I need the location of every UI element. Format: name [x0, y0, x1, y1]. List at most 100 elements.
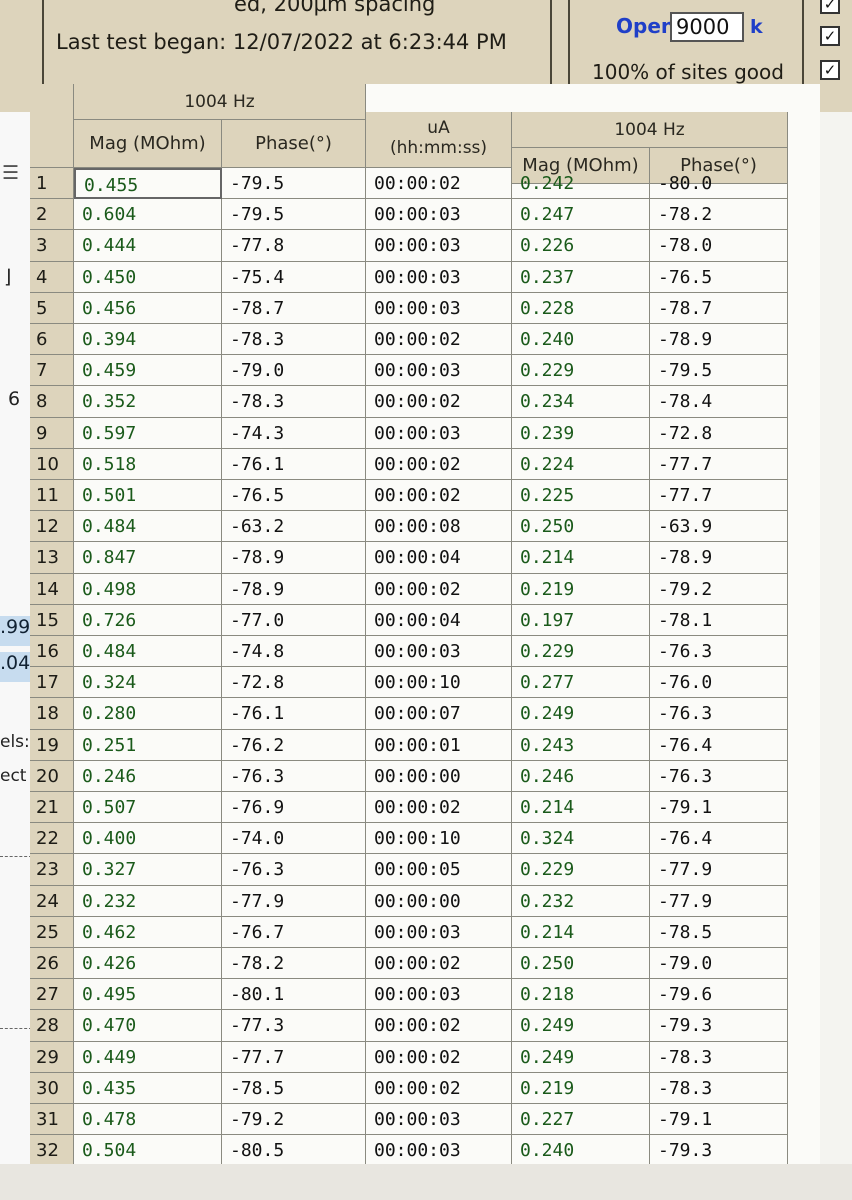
row-header[interactable]: 32	[30, 1135, 74, 1167]
phase-cell[interactable]: -78.2	[222, 948, 366, 980]
mag-cell[interactable]: 0.462	[74, 916, 222, 948]
phase-cell[interactable]: -79.2	[222, 1104, 366, 1136]
phase-cell[interactable]: -77.8	[222, 230, 366, 262]
mag-cell[interactable]: 0.251	[74, 729, 222, 761]
time-cell[interactable]: 00:00:02	[366, 792, 512, 824]
column-header-phase[interactable]: Phase(°)	[222, 120, 366, 168]
phase-cell[interactable]: -74.0	[222, 823, 366, 855]
row-header[interactable]: 11	[30, 480, 74, 512]
mag-cell[interactable]: 0.495	[74, 979, 222, 1011]
time-cell[interactable]: 00:00:02	[366, 573, 512, 605]
row-header[interactable]: 2	[30, 199, 74, 231]
phase-cell[interactable]: -76.5	[222, 480, 366, 512]
row-header[interactable]: 27	[30, 979, 74, 1011]
mag-cell[interactable]: 0.394	[74, 324, 222, 356]
row-header[interactable]: 9	[30, 417, 74, 449]
phase-cell[interactable]: -78.3	[222, 324, 366, 356]
mag2-cell[interactable]: 0.240	[512, 324, 650, 356]
time-cell[interactable]: 00:00:04	[366, 604, 512, 636]
phase-cell[interactable]: -77.7	[222, 1041, 366, 1073]
time-cell[interactable]: 00:00:02	[366, 324, 512, 356]
time-cell[interactable]: 00:00:04	[366, 542, 512, 574]
row-header[interactable]: 6	[30, 324, 74, 356]
phase2-cell[interactable]: -77.7	[650, 448, 788, 480]
row-header[interactable]: 29	[30, 1041, 74, 1073]
phase2-cell[interactable]: -77.9	[650, 885, 788, 917]
time-cell[interactable]: 00:00:00	[366, 760, 512, 792]
mag2-cell[interactable]: 0.324	[512, 823, 650, 855]
phase-cell[interactable]: -78.9	[222, 542, 366, 574]
mag-cell[interactable]: 0.352	[74, 386, 222, 418]
phase2-cell[interactable]: -77.9	[650, 854, 788, 886]
phase2-cell[interactable]: -78.9	[650, 324, 788, 356]
phase2-cell[interactable]: -78.1	[650, 604, 788, 636]
mag2-cell[interactable]: 0.219	[512, 573, 650, 605]
row-header[interactable]: 17	[30, 667, 74, 699]
phase2-cell[interactable]: -79.1	[650, 792, 788, 824]
phase-cell[interactable]: -78.9	[222, 573, 366, 605]
checkbox-2[interactable]: ✓	[820, 26, 840, 46]
phase2-cell[interactable]: -78.3	[650, 1072, 788, 1104]
phase-cell[interactable]: -76.2	[222, 729, 366, 761]
phase2-cell[interactable]: -80.0	[650, 168, 788, 200]
row-header[interactable]: 15	[30, 604, 74, 636]
phase2-cell[interactable]: -72.8	[650, 417, 788, 449]
phase2-cell[interactable]: -79.2	[650, 573, 788, 605]
mag-cell[interactable]: 0.604	[74, 199, 222, 231]
mag2-cell[interactable]: 0.197	[512, 604, 650, 636]
time-cell[interactable]: 00:00:03	[366, 230, 512, 262]
mag-cell[interactable]: 0.455	[74, 168, 222, 200]
phase-cell[interactable]: -76.9	[222, 792, 366, 824]
mag2-cell[interactable]: 0.229	[512, 854, 650, 886]
mag2-cell[interactable]: 0.219	[512, 1072, 650, 1104]
mag2-cell[interactable]: 0.277	[512, 667, 650, 699]
row-header[interactable]: 24	[30, 885, 74, 917]
time-cell[interactable]: 00:00:03	[366, 292, 512, 324]
mag-cell[interactable]: 0.459	[74, 355, 222, 387]
mag2-cell[interactable]: 0.240	[512, 1135, 650, 1167]
mag-cell[interactable]: 0.435	[74, 1072, 222, 1104]
phase-cell[interactable]: -80.5	[222, 1135, 366, 1167]
phase-cell[interactable]: -80.1	[222, 979, 366, 1011]
mag2-cell[interactable]: 0.214	[512, 916, 650, 948]
column-header-ua[interactable]: uA (hh:mm:ss)	[366, 112, 512, 168]
phase-cell[interactable]: -78.5	[222, 1072, 366, 1104]
row-header[interactable]: 12	[30, 511, 74, 543]
time-cell[interactable]: 00:00:02	[366, 1041, 512, 1073]
checkbox-1[interactable]: ✓	[820, 0, 840, 14]
time-cell[interactable]: 00:00:03	[366, 979, 512, 1011]
phase-cell[interactable]: -77.3	[222, 1010, 366, 1042]
time-cell[interactable]: 00:00:03	[366, 417, 512, 449]
mag2-cell[interactable]: 0.224	[512, 448, 650, 480]
time-cell[interactable]: 00:00:03	[366, 636, 512, 668]
mag2-cell[interactable]: 0.249	[512, 1041, 650, 1073]
mag-cell[interactable]: 0.726	[74, 604, 222, 636]
mag2-cell[interactable]: 0.250	[512, 511, 650, 543]
time-cell[interactable]: 00:00:03	[366, 355, 512, 387]
mag2-cell[interactable]: 0.234	[512, 386, 650, 418]
checkbox-3[interactable]: ✓	[820, 60, 840, 80]
mag2-cell[interactable]: 0.249	[512, 1010, 650, 1042]
row-header[interactable]: 23	[30, 854, 74, 886]
time-cell[interactable]: 00:00:07	[366, 698, 512, 730]
mag2-cell[interactable]: 0.246	[512, 760, 650, 792]
row-header[interactable]: 28	[30, 1010, 74, 1042]
phase2-cell[interactable]: -76.3	[650, 698, 788, 730]
mag2-cell[interactable]: 0.229	[512, 355, 650, 387]
time-cell[interactable]: 00:00:03	[366, 1135, 512, 1167]
phase-cell[interactable]: -76.1	[222, 448, 366, 480]
mag-cell[interactable]: 0.597	[74, 417, 222, 449]
row-header[interactable]: 7	[30, 355, 74, 387]
mag-cell[interactable]: 0.400	[74, 823, 222, 855]
mag-cell[interactable]: 0.450	[74, 261, 222, 293]
phase-cell[interactable]: -72.8	[222, 667, 366, 699]
phase2-cell[interactable]: -78.7	[650, 292, 788, 324]
mag-cell[interactable]: 0.280	[74, 698, 222, 730]
mag2-cell[interactable]: 0.229	[512, 636, 650, 668]
row-header[interactable]: 18	[30, 698, 74, 730]
phase-cell[interactable]: -77.0	[222, 604, 366, 636]
phase2-cell[interactable]: -76.4	[650, 823, 788, 855]
phase2-cell[interactable]: -78.3	[650, 1041, 788, 1073]
phase2-cell[interactable]: -76.3	[650, 636, 788, 668]
time-cell[interactable]: 00:00:02	[366, 168, 512, 200]
